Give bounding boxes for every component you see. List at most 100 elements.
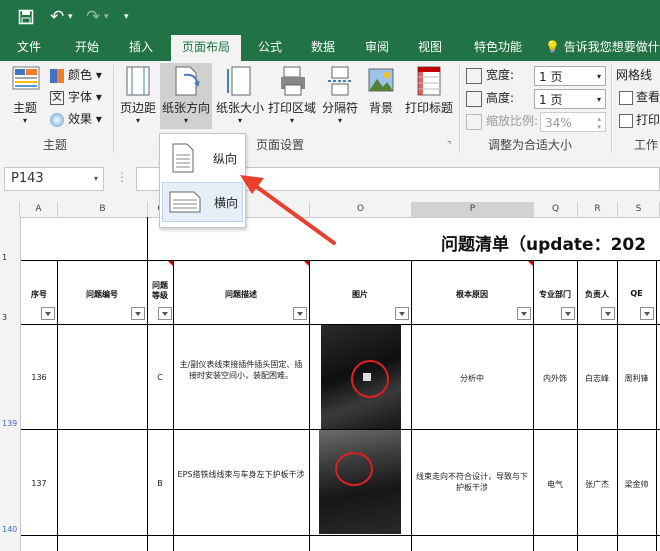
tab-review[interactable]: 审阅 [354, 35, 400, 61]
print-titles-button[interactable]: 打印标题 [402, 65, 456, 116]
cell-description: EPS搭铁线线束与车身左下护板干涉 [177, 470, 305, 479]
width-select[interactable]: 1 页 ▾ [534, 66, 606, 86]
comment-indicator[interactable] [304, 261, 309, 266]
filter-dropdown-button[interactable] [601, 307, 615, 320]
group-divider [611, 65, 612, 153]
group-divider [113, 65, 114, 153]
sheet-title: 问题清单（update：202 [441, 235, 647, 255]
column-header-b[interactable]: B [58, 202, 148, 217]
theme-fonts-button[interactable]: 文字体 ▾ [50, 87, 102, 107]
print-titles-icon [415, 65, 443, 96]
chevron-down-icon: ▾ [596, 72, 601, 81]
row-header-1[interactable]: 1 [0, 253, 20, 262]
column-header-a[interactable]: A [20, 202, 58, 217]
filter-dropdown-button[interactable] [395, 307, 409, 320]
tab-data[interactable]: 数据 [300, 35, 346, 61]
margins-label: 页边距 [119, 101, 156, 115]
filter-dropdown-button[interactable] [293, 307, 307, 320]
row-header-3[interactable]: 3 [0, 313, 20, 322]
tab-home[interactable]: 开始 [64, 35, 110, 61]
theme-effects-label: 效果 [68, 112, 93, 126]
background-button[interactable]: 背景 [362, 65, 400, 116]
tab-insert[interactable]: 插入 [118, 35, 164, 61]
comment-indicator[interactable] [168, 261, 173, 266]
size-dropdown-icon: ▾ [237, 116, 242, 125]
filter-dropdown-button[interactable] [561, 307, 575, 320]
name-box[interactable]: P143 ▾ [4, 167, 104, 191]
tab-page-layout[interactable]: 页面布局 [171, 35, 241, 61]
tab-special-features[interactable]: 特色功能 [463, 35, 533, 61]
table-border [411, 260, 412, 551]
width-row: 宽度: [466, 65, 514, 85]
print-area-label: 打印区域 [267, 101, 316, 115]
themes-group-label: 主题 [42, 138, 67, 152]
undo-button[interactable]: ↶ [50, 0, 64, 35]
save-icon[interactable] [18, 0, 34, 35]
comment-indicator[interactable] [528, 261, 533, 266]
redo-button[interactable]: ↷ [86, 0, 100, 35]
orientation-button[interactable]: 纸张方向 ▾ [160, 63, 212, 129]
filter-dropdown-button[interactable] [158, 307, 172, 320]
tell-me-text: 告诉我您想要做什 [563, 40, 660, 54]
margins-button[interactable]: 页边距 ▾ [117, 65, 159, 125]
select-all-corner[interactable] [0, 202, 20, 217]
themes-icon [11, 65, 40, 95]
theme-colors-button[interactable]: 颜色 ▾ [50, 65, 102, 85]
chevron-down-icon: ▾ [93, 174, 98, 183]
themes-button[interactable]: 主题 ▾ [4, 65, 46, 125]
ribbon-tabs: 文件 开始 插入 页面布局 公式 数据 审阅 视图 特色功能 💡 告诉我您想要做… [0, 35, 660, 61]
breaks-button[interactable]: 分隔符 ▾ [318, 65, 362, 125]
tab-formulas[interactable]: 公式 [247, 35, 293, 61]
height-select[interactable]: 1 页 ▾ [534, 89, 606, 109]
tab-view[interactable]: 视图 [407, 35, 453, 61]
column-header-r[interactable]: R [578, 202, 618, 217]
gridlines-print-checkbox[interactable] [619, 114, 633, 128]
filter-dropdown-button[interactable] [640, 307, 654, 320]
scale-spinner[interactable]: 34% ▴ ▾ [540, 112, 606, 132]
issue-photo [319, 430, 401, 534]
cell-qe: 梁金帅 [624, 480, 649, 489]
sheet-options-group-label: 工作 [634, 138, 659, 152]
row-header-139[interactable]: 139 [0, 419, 20, 428]
landscape-page-icon [169, 191, 201, 213]
column-header-p[interactable]: P [412, 202, 534, 217]
header-qe: QE [630, 289, 643, 298]
theme-effects-button[interactable]: 效果 ▾ [50, 109, 102, 129]
margins-dropdown-icon: ▾ [135, 116, 140, 125]
row-header-140[interactable]: 140 [0, 525, 20, 534]
gridlines-view-label: 查看 [636, 90, 660, 104]
print-titles-label: 打印标题 [404, 101, 453, 115]
gridlines-view-checkbox[interactable] [619, 91, 633, 105]
redo-dropdown-icon[interactable]: ▾ [104, 0, 109, 35]
cell-no: 137 [31, 479, 47, 488]
filter-dropdown-button[interactable] [131, 307, 145, 320]
portrait-label: 纵向 [213, 152, 238, 166]
column-header-q[interactable]: Q [534, 202, 578, 217]
scale-group-label: 调整为合适大小 [487, 138, 572, 152]
table-border [147, 217, 148, 551]
issue-photo [321, 325, 401, 429]
print-area-button[interactable]: 打印区域 ▾ [266, 65, 318, 125]
width-icon [466, 67, 482, 84]
filter-dropdown-button[interactable] [517, 307, 531, 320]
margins-icon [124, 65, 152, 96]
size-button[interactable]: 纸张大小 ▾ [214, 65, 266, 125]
background-label: 背景 [368, 101, 393, 115]
spinner-arrows-icon: ▴ ▾ [597, 115, 601, 131]
cell-description: 主/副仪表线束接插件插头固定、插接时安装空间小，装配困难。 [179, 360, 303, 380]
header-owner: 负责人 [585, 290, 609, 299]
width-label: 宽度: [486, 68, 515, 82]
tab-file[interactable]: 文件 [6, 35, 52, 61]
filter-dropdown-button[interactable] [41, 307, 55, 320]
column-header-s[interactable]: S [618, 202, 660, 217]
undo-dropdown-icon[interactable]: ▾ [68, 0, 73, 35]
customize-toolbar-icon[interactable]: ▾ [124, 0, 129, 35]
fonts-icon: 文 [50, 90, 64, 105]
page-setup-dialog-launcher-icon[interactable]: ⌝ [447, 141, 451, 151]
formula-bar-handle-icon: ⋮ [116, 170, 128, 184]
scale-value: 34% [545, 116, 572, 130]
table-border [577, 260, 578, 551]
header-root-cause: 根本原因 [456, 290, 488, 299]
worksheet[interactable]: 问题清单（update：202 序号 问题编号 问题等级 问题描述 图片 根本原… [21, 217, 660, 551]
tell-me-box[interactable]: 💡 告诉我您想要做什 [545, 35, 660, 61]
